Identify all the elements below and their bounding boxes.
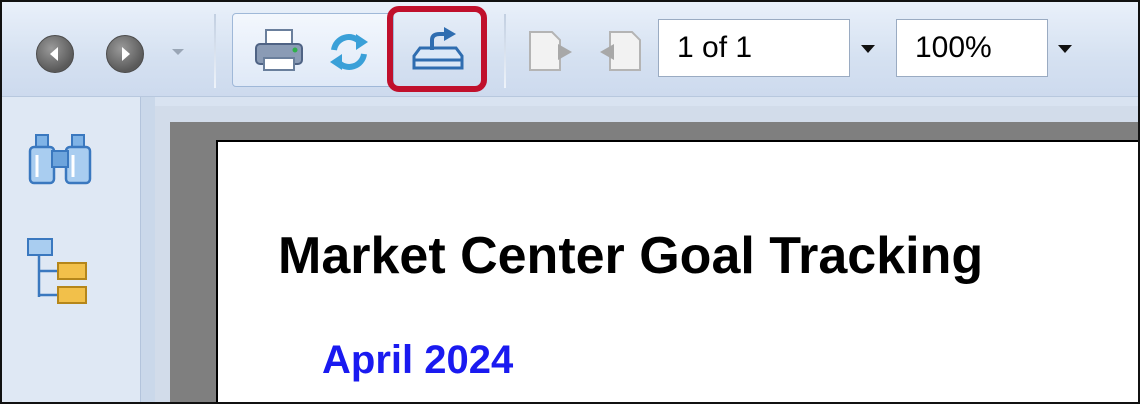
back-arrow-icon bbox=[50, 47, 58, 61]
forward-arrow-icon bbox=[122, 47, 130, 61]
zoom-selector-dropdown-icon[interactable] bbox=[1058, 45, 1072, 53]
report-viewer-window: 1 of 1 100% Market Center Goal Tracking … bbox=[0, 0, 1140, 404]
export-button-highlight bbox=[387, 6, 487, 92]
history-dropdown-button[interactable] bbox=[172, 49, 184, 55]
back-button[interactable] bbox=[36, 35, 74, 73]
zoom-selector[interactable]: 100% bbox=[896, 19, 1048, 77]
zoom-selector-value: 100% bbox=[915, 31, 992, 64]
toolbar-separator bbox=[214, 14, 216, 88]
document-map-icon[interactable] bbox=[26, 237, 92, 307]
binoculars-icon[interactable] bbox=[28, 131, 94, 187]
page-selector-value: 1 of 1 bbox=[677, 31, 753, 64]
printer-icon[interactable] bbox=[252, 28, 308, 74]
next-page-icon[interactable] bbox=[596, 28, 648, 74]
page-selector[interactable]: 1 of 1 bbox=[658, 19, 850, 77]
report-page: Market Center Goal Tracking April 2024 bbox=[216, 140, 1138, 402]
report-subtitle: April 2024 bbox=[322, 338, 514, 382]
previous-page-icon[interactable] bbox=[524, 28, 576, 74]
refresh-icon[interactable] bbox=[326, 30, 372, 74]
toolbar: 1 of 1 100% bbox=[2, 2, 1138, 97]
forward-button[interactable] bbox=[106, 35, 144, 73]
sidebar bbox=[2, 97, 141, 402]
toolbar-separator bbox=[504, 14, 506, 88]
report-title: Market Center Goal Tracking bbox=[278, 227, 984, 285]
sidebar-splitter[interactable] bbox=[141, 97, 155, 402]
page-selector-dropdown-icon[interactable] bbox=[861, 45, 875, 53]
